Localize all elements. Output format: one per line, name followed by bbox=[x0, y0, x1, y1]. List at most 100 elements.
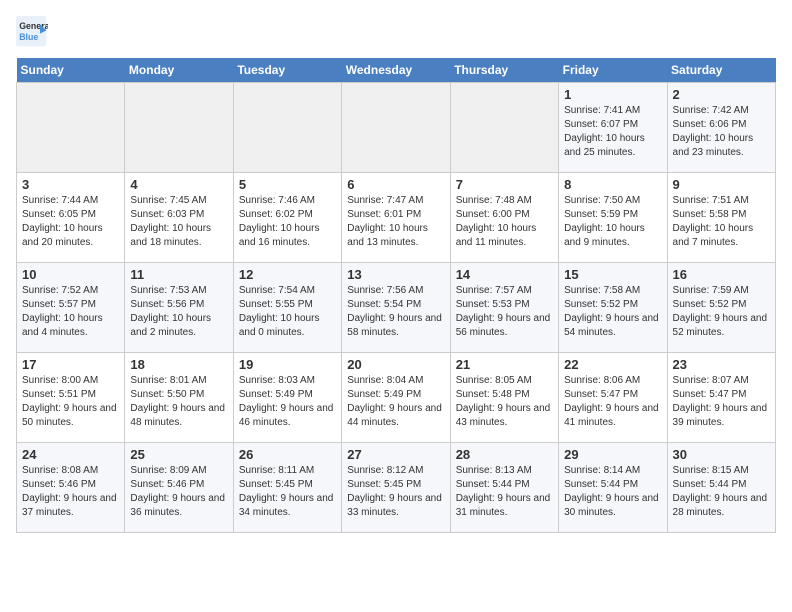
day-number: 11 bbox=[130, 267, 227, 282]
day-number: 29 bbox=[564, 447, 661, 462]
day-number: 2 bbox=[673, 87, 770, 102]
day-info: Sunrise: 8:11 AM Sunset: 5:45 PM Dayligh… bbox=[239, 464, 336, 520]
day-info: Sunrise: 8:09 AM Sunset: 5:46 PM Dayligh… bbox=[130, 464, 227, 520]
weekday-header: Monday bbox=[125, 58, 233, 83]
calendar-day-cell: 20 Sunrise: 8:04 AM Sunset: 5:49 PM Dayli… bbox=[342, 353, 450, 443]
day-number: 5 bbox=[239, 177, 336, 192]
calendar-day-cell: 21 Sunrise: 8:05 AM Sunset: 5:48 PM Dayli… bbox=[450, 353, 558, 443]
weekday-header: Tuesday bbox=[233, 58, 341, 83]
day-number: 8 bbox=[564, 177, 661, 192]
day-info: Sunrise: 8:03 AM Sunset: 5:49 PM Dayligh… bbox=[239, 374, 336, 430]
day-info: Sunrise: 8:07 AM Sunset: 5:47 PM Dayligh… bbox=[673, 374, 770, 430]
day-info: Sunrise: 7:59 AM Sunset: 5:52 PM Dayligh… bbox=[673, 284, 770, 340]
day-info: Sunrise: 7:56 AM Sunset: 5:54 PM Dayligh… bbox=[347, 284, 444, 340]
day-info: Sunrise: 7:54 AM Sunset: 5:55 PM Dayligh… bbox=[239, 284, 336, 340]
day-info: Sunrise: 7:48 AM Sunset: 6:00 PM Dayligh… bbox=[456, 194, 553, 250]
day-number: 28 bbox=[456, 447, 553, 462]
calendar-day-cell: 16 Sunrise: 7:59 AM Sunset: 5:52 PM Dayli… bbox=[667, 263, 775, 353]
calendar-day-cell bbox=[342, 83, 450, 173]
calendar-day-cell: 11 Sunrise: 7:53 AM Sunset: 5:56 PM Dayli… bbox=[125, 263, 233, 353]
day-number: 4 bbox=[130, 177, 227, 192]
day-info: Sunrise: 8:05 AM Sunset: 5:48 PM Dayligh… bbox=[456, 374, 553, 430]
day-info: Sunrise: 8:01 AM Sunset: 5:50 PM Dayligh… bbox=[130, 374, 227, 430]
calendar-week-row: 10Sunrise: 7:52 AM Sunset: 5:57 PM Dayli… bbox=[17, 263, 776, 353]
calendar-day-cell bbox=[125, 83, 233, 173]
calendar-day-cell: 3 Sunrise: 7:44 AM Sunset: 6:05 PM Daylig… bbox=[17, 173, 125, 263]
day-number: 6 bbox=[347, 177, 444, 192]
day-info: Sunrise: 8:14 AM Sunset: 5:44 PM Dayligh… bbox=[564, 464, 661, 520]
day-number: 18 bbox=[130, 357, 227, 372]
calendar-week-row: 24 Sunrise: 8:08 AM Sunset: 5:46 PM Dayli… bbox=[17, 443, 776, 533]
day-info: Sunrise: 7:41 AM Sunset: 6:07 PM Dayligh… bbox=[564, 104, 661, 160]
svg-text:Blue: Blue bbox=[19, 32, 38, 42]
day-number: 22 bbox=[564, 357, 661, 372]
day-info: Sunrise: 7:52 AM Sunset: 5:57 PM Dayligh… bbox=[22, 284, 119, 340]
day-info: Sunrise: 7:51 AM Sunset: 5:58 PM Dayligh… bbox=[673, 194, 770, 250]
day-info: Sunrise: 7:46 AM Sunset: 6:02 PM Dayligh… bbox=[239, 194, 336, 250]
day-info: Sunrise: 8:08 AM Sunset: 5:46 PM Dayligh… bbox=[22, 464, 119, 520]
calendar-day-cell: 28Sunrise: 8:13 AM Sunset: 5:44 PM Dayli… bbox=[450, 443, 558, 533]
day-info: Sunrise: 7:44 AM Sunset: 6:05 PM Dayligh… bbox=[22, 194, 119, 250]
calendar-day-cell: 4 Sunrise: 7:45 AM Sunset: 6:03 PM Daylig… bbox=[125, 173, 233, 263]
day-number: 23 bbox=[673, 357, 770, 372]
day-info: Sunrise: 7:45 AM Sunset: 6:03 PM Dayligh… bbox=[130, 194, 227, 250]
calendar-day-cell: 7 Sunrise: 7:48 AM Sunset: 6:00 PM Daylig… bbox=[450, 173, 558, 263]
day-info: Sunrise: 8:15 AM Sunset: 5:44 PM Dayligh… bbox=[673, 464, 770, 520]
calendar-day-cell: 19 Sunrise: 8:03 AM Sunset: 5:49 PM Dayli… bbox=[233, 353, 341, 443]
day-number: 26 bbox=[239, 447, 336, 462]
weekday-header-row: SundayMondayTuesdayWednesdayThursdayFrid… bbox=[17, 58, 776, 83]
calendar-day-cell: 6Sunrise: 7:47 AM Sunset: 6:01 PM Daylig… bbox=[342, 173, 450, 263]
day-number: 7 bbox=[456, 177, 553, 192]
calendar-day-cell: 27Sunrise: 8:12 AM Sunset: 5:45 PM Dayli… bbox=[342, 443, 450, 533]
calendar-day-cell: 29 Sunrise: 8:14 AM Sunset: 5:44 PM Dayli… bbox=[559, 443, 667, 533]
calendar-day-cell: 17Sunrise: 8:00 AM Sunset: 5:51 PM Dayli… bbox=[17, 353, 125, 443]
day-info: Sunrise: 8:04 AM Sunset: 5:49 PM Dayligh… bbox=[347, 374, 444, 430]
day-info: Sunrise: 7:50 AM Sunset: 5:59 PM Dayligh… bbox=[564, 194, 661, 250]
day-info: Sunrise: 7:57 AM Sunset: 5:53 PM Dayligh… bbox=[456, 284, 553, 340]
day-number: 3 bbox=[22, 177, 119, 192]
day-number: 25 bbox=[130, 447, 227, 462]
day-number: 19 bbox=[239, 357, 336, 372]
day-number: 15 bbox=[564, 267, 661, 282]
calendar-day-cell: 24 Sunrise: 8:08 AM Sunset: 5:46 PM Dayli… bbox=[17, 443, 125, 533]
calendar-week-row: 17Sunrise: 8:00 AM Sunset: 5:51 PM Dayli… bbox=[17, 353, 776, 443]
calendar-day-cell: 1 Sunrise: 7:41 AM Sunset: 6:07 PM Daylig… bbox=[559, 83, 667, 173]
day-number: 30 bbox=[673, 447, 770, 462]
calendar-day-cell: 15Sunrise: 7:58 AM Sunset: 5:52 PM Dayli… bbox=[559, 263, 667, 353]
calendar-day-cell: 5 Sunrise: 7:46 AM Sunset: 6:02 PM Daylig… bbox=[233, 173, 341, 263]
calendar-day-cell: 23 Sunrise: 8:07 AM Sunset: 5:47 PM Dayli… bbox=[667, 353, 775, 443]
weekday-header: Saturday bbox=[667, 58, 775, 83]
calendar-day-cell bbox=[17, 83, 125, 173]
calendar-table: SundayMondayTuesdayWednesdayThursdayFrid… bbox=[16, 58, 776, 533]
calendar-day-cell bbox=[450, 83, 558, 173]
calendar-day-cell: 30 Sunrise: 8:15 AM Sunset: 5:44 PM Dayli… bbox=[667, 443, 775, 533]
calendar-day-cell: 8 Sunrise: 7:50 AM Sunset: 5:59 PM Daylig… bbox=[559, 173, 667, 263]
day-number: 24 bbox=[22, 447, 119, 462]
day-number: 13 bbox=[347, 267, 444, 282]
logo-icon: General Blue bbox=[16, 16, 48, 48]
weekday-header: Wednesday bbox=[342, 58, 450, 83]
calendar-day-cell: 14 Sunrise: 7:57 AM Sunset: 5:53 PM Dayli… bbox=[450, 263, 558, 353]
calendar-day-cell bbox=[233, 83, 341, 173]
day-number: 16 bbox=[673, 267, 770, 282]
day-number: 21 bbox=[456, 357, 553, 372]
weekday-header: Thursday bbox=[450, 58, 558, 83]
day-number: 17 bbox=[22, 357, 119, 372]
day-info: Sunrise: 8:06 AM Sunset: 5:47 PM Dayligh… bbox=[564, 374, 661, 430]
calendar-day-cell: 13 Sunrise: 7:56 AM Sunset: 5:54 PM Dayli… bbox=[342, 263, 450, 353]
weekday-header: Friday bbox=[559, 58, 667, 83]
day-number: 14 bbox=[456, 267, 553, 282]
calendar-day-cell: 9Sunrise: 7:51 AM Sunset: 5:58 PM Daylig… bbox=[667, 173, 775, 263]
calendar-day-cell: 22 Sunrise: 8:06 AM Sunset: 5:47 PM Dayli… bbox=[559, 353, 667, 443]
calendar-day-cell: 2 Sunrise: 7:42 AM Sunset: 6:06 PM Daylig… bbox=[667, 83, 775, 173]
day-number: 20 bbox=[347, 357, 444, 372]
day-info: Sunrise: 7:42 AM Sunset: 6:06 PM Dayligh… bbox=[673, 104, 770, 160]
day-number: 1 bbox=[564, 87, 661, 102]
calendar-day-cell: 10Sunrise: 7:52 AM Sunset: 5:57 PM Dayli… bbox=[17, 263, 125, 353]
calendar-day-cell: 12Sunrise: 7:54 AM Sunset: 5:55 PM Dayli… bbox=[233, 263, 341, 353]
weekday-header: Sunday bbox=[17, 58, 125, 83]
day-info: Sunrise: 7:53 AM Sunset: 5:56 PM Dayligh… bbox=[130, 284, 227, 340]
logo: General Blue bbox=[16, 16, 48, 48]
page-header: General Blue bbox=[16, 16, 776, 48]
calendar-week-row: 1 Sunrise: 7:41 AM Sunset: 6:07 PM Daylig… bbox=[17, 83, 776, 173]
